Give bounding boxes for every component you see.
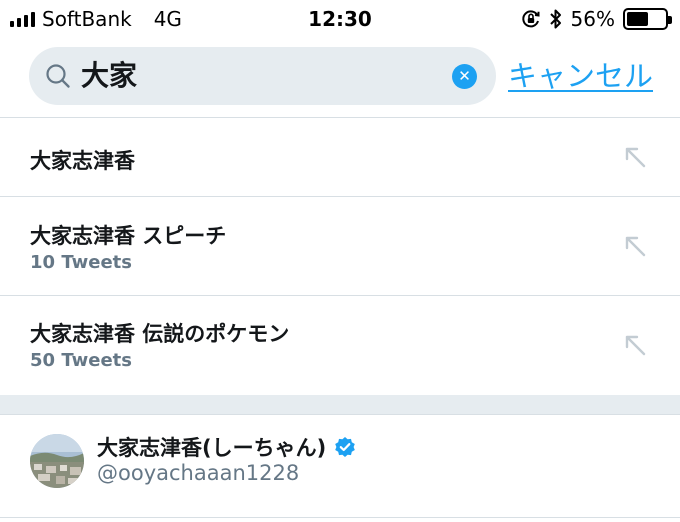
suggestion-text: 大家志津香 伝説のポケモン [30, 322, 290, 346]
cancel-button[interactable]: キャンセル [508, 57, 653, 95]
suggestion-item[interactable]: 大家志津香 スピーチ 10 Tweets [0, 197, 680, 295]
divider [0, 517, 680, 518]
search-input[interactable]: 大家 ✕ [29, 47, 496, 105]
search-query[interactable]: 大家 [81, 47, 137, 105]
suggestion-item[interactable]: 大家志津香 [0, 118, 680, 196]
suggestion-text: 大家志津香 スピーチ [30, 224, 227, 248]
suggestion-text: 大家志津香 [30, 149, 135, 173]
user-handle: @ooyachaaan1228 [97, 461, 300, 485]
suggestion-item[interactable]: 大家志津香 伝説のポケモン 50 Tweets [0, 296, 680, 395]
battery-fill [627, 12, 648, 26]
divider [0, 414, 680, 415]
arrow-up-left-icon[interactable] [622, 332, 648, 358]
section-separator [0, 395, 680, 414]
verified-badge-icon [335, 437, 356, 457]
battery-percent: 56% [570, 7, 615, 31]
status-bar-right: 56% [521, 6, 672, 32]
suggestion-count: 10 Tweets [30, 252, 132, 273]
arrow-up-left-icon[interactable] [622, 144, 648, 170]
bluetooth-icon [549, 9, 561, 29]
suggestion-count: 50 Tweets [30, 350, 132, 371]
orientation-lock-icon [521, 10, 540, 28]
search-icon [46, 64, 70, 88]
user-name[interactable]: 大家志津香(しーちゃん) [97, 432, 356, 462]
status-bar: SoftBank 4G 12:30 56% [0, 0, 680, 40]
avatar[interactable] [30, 434, 84, 488]
user-display-name: 大家志津香(しーちゃん) [97, 436, 327, 460]
battery-icon [623, 8, 672, 30]
arrow-up-left-icon[interactable] [622, 233, 648, 259]
clear-icon[interactable]: ✕ [452, 64, 477, 89]
